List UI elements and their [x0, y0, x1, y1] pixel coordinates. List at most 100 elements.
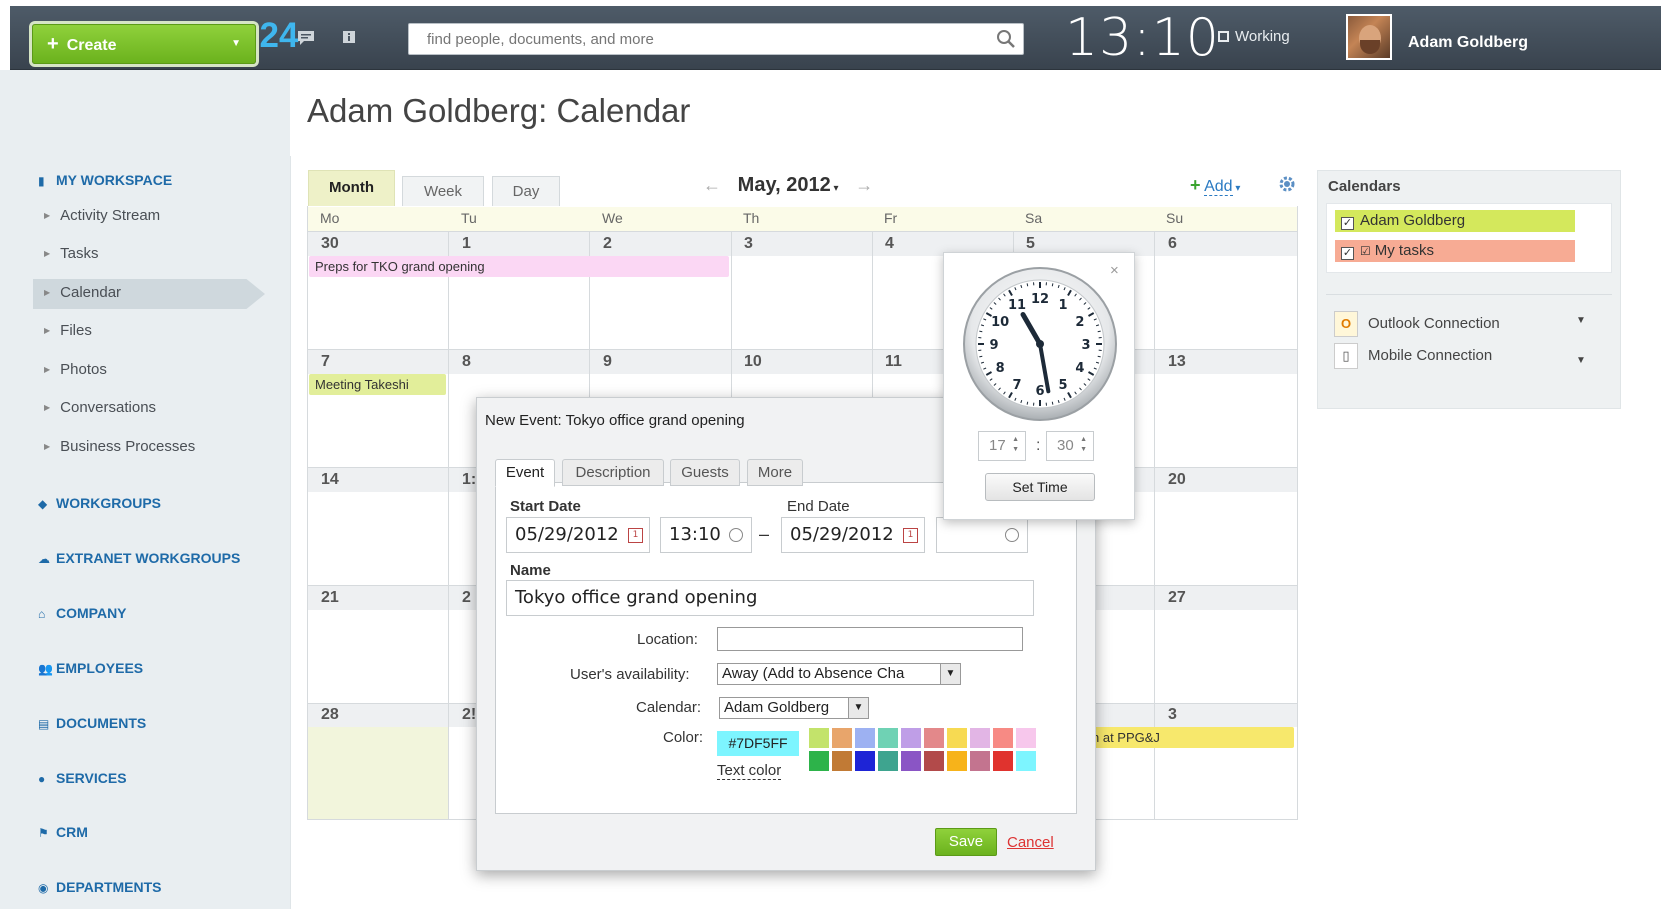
- color-swatch[interactable]: [855, 751, 875, 771]
- color-swatch[interactable]: [901, 751, 921, 771]
- checkbox-checked-icon[interactable]: ✓: [1341, 217, 1354, 230]
- sidebar-item-business-processes[interactable]: ▶ Business Processes: [44, 438, 195, 455]
- add-event-link[interactable]: + Add ▾: [1190, 175, 1240, 196]
- location-input[interactable]: [717, 627, 1023, 651]
- day-number[interactable]: 14: [321, 471, 339, 489]
- color-swatch[interactable]: [855, 728, 875, 748]
- sidebar-item-conversations[interactable]: ▶ Conversations: [44, 399, 156, 416]
- day-number[interactable]: 4: [885, 235, 894, 253]
- day-number[interactable]: 27: [1168, 589, 1186, 607]
- tab-event[interactable]: Event: [495, 459, 555, 487]
- sidebar-item-tasks[interactable]: ▶ Tasks: [44, 245, 99, 262]
- sidebar-section-crm[interactable]: ⚑ CRM: [38, 824, 88, 840]
- create-button[interactable]: + Create ▼: [32, 24, 256, 64]
- color-swatch[interactable]: [970, 728, 990, 748]
- notifications-icon[interactable]: [339, 30, 359, 48]
- start-date-field[interactable]: 05/29/2012 1: [506, 517, 650, 553]
- color-swatch[interactable]: [832, 728, 852, 748]
- day-number[interactable]: 5: [1026, 235, 1035, 253]
- month-label[interactable]: May, 2012: [738, 174, 831, 196]
- clock-icon[interactable]: [729, 528, 743, 542]
- chat-icon[interactable]: [296, 30, 316, 48]
- gear-icon[interactable]: [1278, 175, 1296, 193]
- calendar-event[interactable]: n at PPG&J: [1090, 727, 1294, 748]
- next-month-arrow-icon[interactable]: →: [855, 175, 873, 195]
- day-number[interactable]: 1:: [462, 471, 476, 489]
- availability-select[interactable]: Away (Add to Absence Cha ▼: [717, 663, 961, 685]
- calendar-icon[interactable]: 1: [628, 528, 643, 543]
- chevron-down-icon[interactable]: ▼: [1576, 315, 1586, 326]
- clock-icon[interactable]: [1005, 528, 1019, 542]
- outlook-connection[interactable]: O Outlook Connection ▼: [1334, 311, 1586, 337]
- color-swatch[interactable]: [924, 728, 944, 748]
- sidebar-section-employees[interactable]: 👥 EMPLOYEES: [38, 660, 143, 676]
- search-icon[interactable]: [995, 28, 1017, 50]
- color-swatch[interactable]: [832, 751, 852, 771]
- color-swatch[interactable]: [809, 751, 829, 771]
- prev-month-arrow-icon[interactable]: ←: [703, 175, 721, 195]
- mobile-connection[interactable]: ▯ Mobile Connection ▼: [1334, 343, 1586, 369]
- chevron-down-icon[interactable]: ▼: [848, 698, 868, 718]
- color-swatch[interactable]: [970, 751, 990, 771]
- day-number[interactable]: 20: [1168, 471, 1186, 489]
- spinner-arrows-icon[interactable]: ▲ ▼: [1012, 435, 1019, 455]
- end-date-field[interactable]: 05/29/2012 1: [781, 517, 925, 553]
- day-number[interactable]: 28: [321, 706, 339, 724]
- sidebar-section-company[interactable]: ⌂ COMPANY: [38, 605, 127, 621]
- day-number[interactable]: 21: [321, 589, 339, 607]
- tab-more[interactable]: More: [747, 459, 803, 486]
- sidebar-item-calendar[interactable]: ▶ Calendar: [44, 284, 121, 301]
- color-swatch[interactable]: [947, 751, 967, 771]
- day-number[interactable]: 3: [744, 235, 753, 253]
- tab-week[interactable]: Week: [402, 176, 484, 206]
- day-number[interactable]: 2: [462, 589, 471, 607]
- tab-guests[interactable]: Guests: [670, 459, 740, 486]
- work-status-toggle[interactable]: Working: [1218, 28, 1290, 45]
- set-time-button[interactable]: Set Time: [985, 473, 1095, 501]
- color-swatch[interactable]: [924, 751, 944, 771]
- day-number[interactable]: 7: [321, 353, 330, 371]
- color-swatch[interactable]: [993, 728, 1013, 748]
- day-number[interactable]: 11: [885, 353, 902, 371]
- color-swatch[interactable]: [878, 751, 898, 771]
- calendar-event[interactable]: Preps for TKO grand opening: [309, 256, 729, 277]
- chevron-down-icon[interactable]: ▼: [1576, 355, 1586, 366]
- color-swatch[interactable]: [809, 728, 829, 748]
- analog-clock-face[interactable]: 12 1 2 3 4 5 6 7 8 9 10 11: [962, 266, 1118, 422]
- chevron-down-icon[interactable]: ▾: [831, 183, 838, 194]
- cancel-link[interactable]: Cancel: [1007, 834, 1054, 851]
- day-number[interactable]: 2!: [462, 706, 476, 724]
- calendar-event[interactable]: Meeting Takeshi: [309, 374, 446, 395]
- avatar[interactable]: [1346, 14, 1392, 60]
- save-button[interactable]: Save: [935, 828, 997, 856]
- end-time-field[interactable]: [936, 517, 1028, 553]
- sidebar-section-workgroups[interactable]: ◆ WORKGROUPS: [38, 495, 161, 511]
- color-swatch[interactable]: [878, 728, 898, 748]
- sidebar-section-departments[interactable]: ◉ DEPARTMENTS: [38, 879, 162, 895]
- day-number[interactable]: 9: [603, 353, 612, 371]
- calendar-select[interactable]: Adam Goldberg ▼: [719, 697, 869, 719]
- search-input[interactable]: [409, 24, 989, 54]
- day-number[interactable]: 6: [1168, 235, 1177, 253]
- day-number[interactable]: 13: [1168, 353, 1186, 371]
- sidebar-section-extranet-workgroups[interactable]: ☁ EXTRANET WORKGROUPS: [38, 550, 240, 566]
- color-swatch[interactable]: [947, 728, 967, 748]
- sidebar-section-services[interactable]: ● SERVICES: [38, 770, 127, 786]
- text-color-link[interactable]: Text color: [717, 762, 782, 780]
- color-swatch[interactable]: [901, 728, 921, 748]
- day-number[interactable]: 30: [321, 235, 339, 253]
- day-number[interactable]: 1: [462, 235, 471, 253]
- checkbox-checked-icon[interactable]: ✓: [1341, 247, 1354, 260]
- day-number[interactable]: 2: [603, 235, 612, 253]
- tab-month[interactable]: Month: [308, 170, 395, 206]
- spinner-arrows-icon[interactable]: ▲ ▼: [1080, 435, 1087, 455]
- tab-description[interactable]: Description: [562, 459, 664, 486]
- day-number[interactable]: 10: [744, 353, 762, 371]
- calendar-item-adam-goldberg[interactable]: ✓ Adam Goldberg: [1335, 210, 1575, 232]
- sidebar-item-activity-stream[interactable]: ▶ Activity Stream: [44, 207, 160, 224]
- start-time-field[interactable]: 13:10: [660, 517, 752, 553]
- tab-day[interactable]: Day: [492, 176, 560, 206]
- chevron-down-icon[interactable]: ▼: [940, 664, 960, 684]
- selected-color-swatch[interactable]: #7DF5FF: [717, 731, 799, 756]
- event-name-input[interactable]: Tokyo office grand opening: [506, 580, 1034, 616]
